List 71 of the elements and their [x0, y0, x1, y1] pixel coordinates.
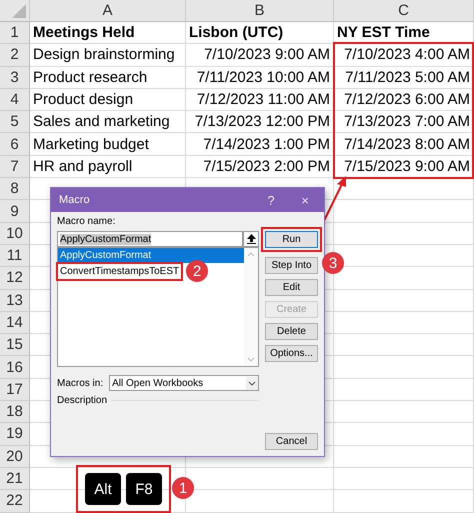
dialog-button[interactable]: Edit [265, 279, 318, 296]
table-cell: 7/14/2023 8:00 AM [334, 133, 474, 156]
scrollbar[interactable] [244, 248, 258, 366]
field-label: Macros in: [57, 376, 104, 390]
dialog-title: Macro [59, 194, 91, 206]
dialog-button[interactable]: Options... [265, 345, 318, 362]
table-cell: Product design [30, 88, 186, 112]
row-header[interactable]: 8 [0, 178, 30, 200]
table-cell: Product research [30, 66, 186, 89]
help-button[interactable]: ? [256, 192, 286, 208]
macro-name-field[interactable]: ApplyCustomFormat [57, 231, 243, 247]
upload-arrow-icon [246, 234, 256, 244]
table-cell: 7/15/2023 2:00 PM [186, 156, 334, 178]
field-label: Description [57, 394, 108, 407]
row-header[interactable]: 5 [0, 111, 30, 134]
table-cell: Marketing budget [30, 133, 186, 156]
row-header[interactable]: 13 [0, 290, 30, 312]
dialog-button[interactable]: Delete [265, 323, 318, 340]
row-header[interactable]: 21 [0, 468, 30, 490]
column-header[interactable]: A [30, 0, 186, 22]
table-cell: HR and payroll [30, 156, 186, 178]
keyboard-key: F8 [126, 473, 162, 505]
row-header[interactable]: 15 [0, 334, 30, 356]
row-header[interactable]: 22 [0, 490, 30, 513]
row-header[interactable]: 3 [0, 66, 30, 89]
table-cell: Sales and marketing [30, 111, 186, 134]
column-header[interactable]: C [334, 0, 474, 22]
row-header[interactable]: 19 [0, 423, 30, 446]
row-header[interactable]: 16 [0, 356, 30, 379]
row-header[interactable]: 2 [0, 44, 30, 67]
table-cell: 7/12/2023 6:00 AM [334, 88, 474, 112]
table-cell: 7/13/2023 12:00 PM [186, 111, 334, 134]
row-header[interactable]: 20 [0, 446, 30, 468]
table-cell: 7/10/2023 9:00 AM [186, 44, 334, 67]
macro-list-item[interactable]: ApplyCustomFormat [58, 248, 244, 263]
close-button[interactable]: × [290, 192, 320, 208]
keyboard-key: Alt [85, 473, 121, 505]
chevron-down-icon [247, 357, 255, 362]
row-header[interactable]: 7 [0, 156, 30, 178]
row-header[interactable]: 18 [0, 401, 30, 424]
row-header[interactable]: 14 [0, 312, 30, 334]
table-cell: 7/12/2023 11:00 AM [186, 88, 334, 112]
cancel-button[interactable]: Cancel [265, 433, 318, 450]
row-header[interactable]: 9 [0, 200, 30, 223]
table-cell: Meetings Held [30, 22, 186, 44]
table-cell: Design brainstorming [30, 44, 186, 67]
macro-list-item[interactable]: ConvertTimestampsToEST [58, 264, 182, 279]
table-cell: 7/13/2023 7:00 AM [334, 111, 474, 134]
row-header[interactable]: 1 [0, 22, 30, 44]
column-header[interactable]: B [186, 0, 334, 22]
collapse-button[interactable] [243, 231, 259, 247]
row-header[interactable]: 17 [0, 378, 30, 402]
dialog-button[interactable]: Step Into [265, 257, 318, 274]
table-cell: NY EST Time [334, 22, 474, 44]
row-header[interactable]: 4 [0, 88, 30, 112]
row-header[interactable]: 6 [0, 133, 30, 156]
row-header[interactable]: 11 [0, 244, 30, 268]
table-cell: 7/11/2023 10:00 AM [186, 66, 334, 89]
table-cell: 7/11/2023 5:00 AM [334, 66, 474, 89]
macros-in-dropdown[interactable]: All Open Workbooks [109, 375, 259, 391]
table-cell: Lisbon (UTC) [186, 22, 334, 44]
table-cell: 7/10/2023 4:00 AM [334, 44, 474, 67]
row-header[interactable]: 12 [0, 267, 30, 290]
step-badge: 3 [322, 252, 344, 274]
dialog-button[interactable]: Run [265, 231, 318, 248]
table-cell: 7/14/2023 1:00 PM [186, 133, 334, 156]
row-header[interactable]: 10 [0, 222, 30, 245]
chevron-down-icon [246, 376, 258, 390]
step-badge: 1 [172, 477, 194, 499]
field-label: Macro name: [57, 215, 116, 228]
chevron-up-icon [247, 252, 255, 257]
